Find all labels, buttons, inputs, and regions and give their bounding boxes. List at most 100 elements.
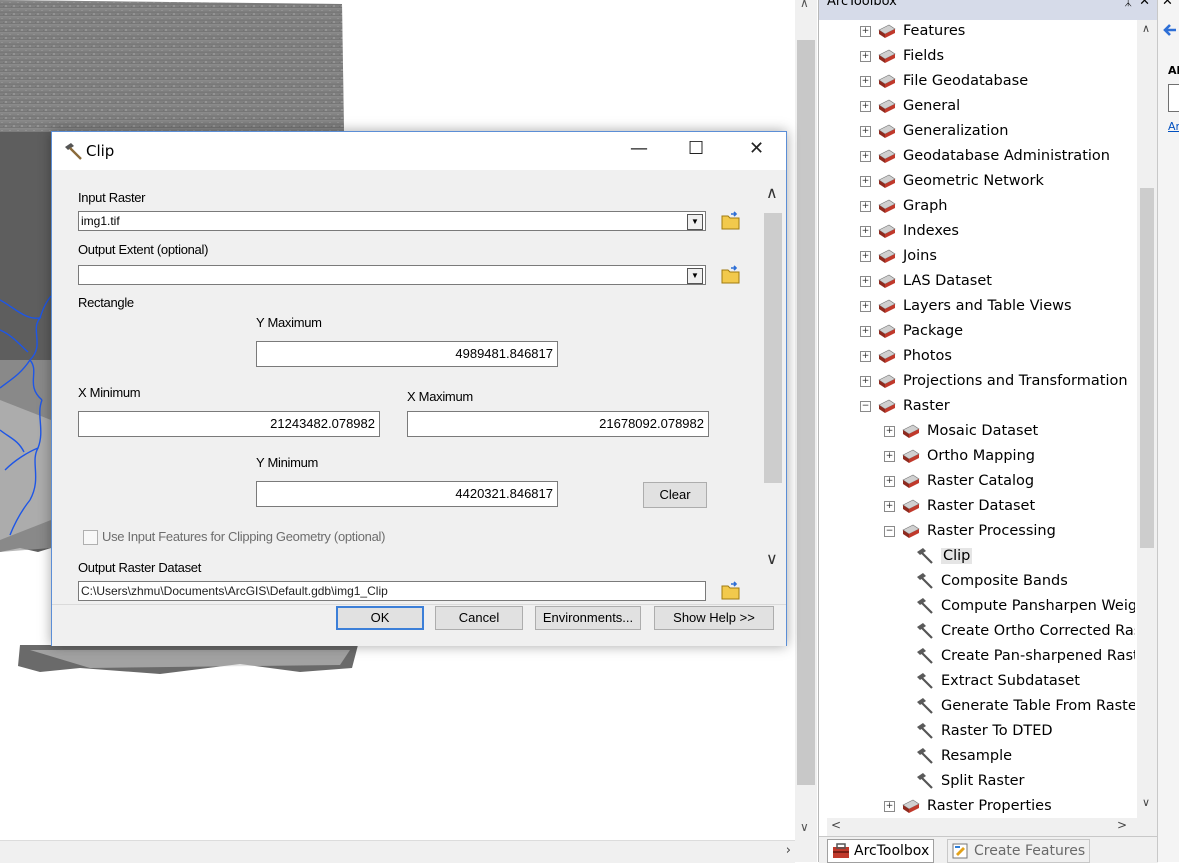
expand-icon[interactable]: + (860, 250, 871, 262)
tree-item-geodatabase-administration[interactable]: + Geodatabase Administration (860, 145, 1110, 170)
expand-icon[interactable]: + (860, 200, 871, 212)
x-maximum-input[interactable]: 21678092.078982 (407, 411, 709, 437)
tree-item-raster[interactable]: − Raster (860, 395, 950, 420)
side-panel-input[interactable] (1168, 84, 1179, 112)
expand-icon[interactable]: + (884, 425, 895, 437)
back-arrow-icon[interactable] (1162, 22, 1178, 38)
dropdown-arrow-icon[interactable]: ▼ (687, 214, 703, 230)
toolbox-tree[interactable]: + Features + Fields + File Geodatabase + Genera… (827, 20, 1135, 818)
map-vertical-scrollbar[interactable]: ∧ ∨ (795, 0, 817, 862)
expand-icon[interactable]: + (860, 50, 871, 62)
collapse-icon[interactable]: − (884, 525, 895, 537)
collapse-icon[interactable]: − (860, 400, 871, 412)
maximize-button[interactable]: ☐ (688, 138, 704, 159)
expand-icon[interactable]: + (884, 500, 895, 512)
tree-item-photos[interactable]: + Photos (860, 345, 952, 370)
use-input-features-checkbox[interactable] (83, 530, 98, 545)
tree-item-raster-processing[interactable]: − Raster Processing (884, 520, 1056, 545)
scroll-right-icon[interactable]: > (1117, 818, 1127, 832)
tree-horizontal-scrollbar[interactable]: < > (827, 818, 1157, 836)
tree-item-raster-properties[interactable]: + Raster Properties (884, 795, 1052, 818)
expand-icon[interactable]: + (884, 450, 895, 462)
tree-item-compute-pansharpen-weights[interactable]: Compute Pansharpen Weights (915, 595, 1135, 620)
map-horizontal-scrollbar[interactable]: › (0, 840, 795, 863)
cancel-button[interactable]: Cancel (435, 606, 523, 630)
expand-icon[interactable]: + (860, 300, 871, 312)
expand-icon[interactable]: + (860, 125, 871, 137)
clear-button[interactable]: Clear (643, 482, 707, 508)
scroll-down-icon[interactable]: ∨ (800, 820, 809, 834)
expand-icon[interactable]: + (860, 375, 871, 387)
expand-icon[interactable]: + (860, 325, 871, 337)
tree-item-package[interactable]: + Package (860, 320, 963, 345)
output-extent-combo[interactable]: ▼ (78, 265, 706, 285)
expand-icon[interactable]: + (860, 175, 871, 187)
tree-item-split-raster[interactable]: Split Raster (915, 770, 1025, 795)
expand-icon[interactable]: + (860, 350, 871, 362)
y-minimum-input[interactable]: 4420321.846817 (256, 481, 558, 507)
tree-item-indexes[interactable]: + Indexes (860, 220, 959, 245)
tree-item-clip[interactable]: Clip (915, 545, 973, 570)
tree-item-geometric-network[interactable]: + Geometric Network (860, 170, 1044, 195)
minimize-button[interactable]: — (630, 138, 648, 159)
pin-icon[interactable]: ᛣ (1124, 0, 1132, 9)
scroll-left-icon[interactable]: < (831, 818, 841, 832)
expand-icon[interactable]: + (860, 275, 871, 287)
input-raster-combo[interactable]: img1.tif ▼ (78, 211, 706, 231)
dropdown-arrow-icon[interactable]: ▼ (687, 268, 703, 284)
ok-button[interactable]: OK (336, 606, 424, 630)
tree-item-resample[interactable]: Resample (915, 745, 1012, 770)
expand-icon[interactable]: + (860, 100, 871, 112)
tree-item-fields[interactable]: + Fields (860, 45, 944, 70)
tree-item-raster-catalog[interactable]: + Raster Catalog (884, 470, 1034, 495)
output-raster-input[interactable]: C:\Users\zhmu\Documents\ArcGIS\Default.g… (78, 581, 706, 601)
tree-item-raster-dataset[interactable]: + Raster Dataset (884, 495, 1035, 520)
tree-item-create-ortho-corrected-raster-dataset[interactable]: Create Ortho Corrected Raster Dataset (915, 620, 1135, 645)
tree-vertical-scrollbar[interactable]: ∧ ∨ (1137, 20, 1157, 818)
tree-item-joins[interactable]: + Joins (860, 245, 937, 270)
browse-folder-icon[interactable] (719, 579, 743, 603)
expand-icon[interactable]: + (860, 75, 871, 87)
tree-item-create-pan-sharpened-raster-dataset[interactable]: Create Pan-sharpened Raster Dataset (915, 645, 1135, 670)
scrollbar-thumb[interactable] (764, 213, 782, 483)
dialog-vertical-scrollbar[interactable]: ∧ ∨ (761, 177, 785, 607)
close-button[interactable]: ✕ (749, 138, 764, 159)
x-minimum-input[interactable]: 21243482.078982 (78, 411, 380, 437)
tree-item-projections-and-transformation[interactable]: + Projections and Transformation (860, 370, 1128, 395)
tree-item-generate-table-from-raster-function[interactable]: Generate Table From Raster Function (915, 695, 1135, 720)
expand-icon[interactable]: + (860, 225, 871, 237)
tree-item-extract-subdataset[interactable]: Extract Subdataset (915, 670, 1080, 695)
scroll-down-icon[interactable]: ∨ (766, 549, 778, 569)
tree-item-raster-to-dted[interactable]: Raster To DTED (915, 720, 1053, 745)
dialog-titlebar[interactable]: Clip — ☐ ✕ (52, 132, 786, 170)
tree-item-generalization[interactable]: + Generalization (860, 120, 1008, 145)
scroll-down-icon[interactable]: ∨ (1142, 796, 1150, 809)
scroll-right-icon[interactable]: › (786, 843, 791, 858)
tree-item-ortho-mapping[interactable]: + Ortho Mapping (884, 445, 1035, 470)
expand-icon[interactable]: + (884, 800, 895, 812)
tree-item-las-dataset[interactable]: + LAS Dataset (860, 270, 992, 295)
expand-icon[interactable]: + (884, 475, 895, 487)
tab-arctoolbox[interactable]: ArcToolbox (827, 839, 935, 863)
environments-button[interactable]: Environments... (535, 606, 641, 630)
scrollbar-thumb[interactable] (1140, 188, 1154, 548)
expand-icon[interactable]: + (860, 150, 871, 162)
expand-icon[interactable]: + (860, 25, 871, 37)
browse-folder-icon[interactable] (719, 209, 743, 233)
close-icon[interactable]: ✕ (1162, 0, 1173, 9)
scroll-up-icon[interactable]: ∧ (800, 0, 809, 10)
tree-item-file-geodatabase[interactable]: + File Geodatabase (860, 70, 1028, 95)
tree-item-mosaic-dataset[interactable]: + Mosaic Dataset (884, 420, 1038, 445)
scrollbar-thumb[interactable] (797, 40, 815, 785)
y-maximum-input[interactable]: 4989481.846817 (256, 341, 558, 367)
close-icon[interactable]: ✕ (1139, 0, 1150, 9)
tree-item-general[interactable]: + General (860, 95, 960, 120)
tree-item-features[interactable]: + Features (860, 20, 965, 45)
browse-folder-icon[interactable] (719, 263, 743, 287)
tab-create-features[interactable]: Create Features (947, 839, 1091, 863)
tree-item-graph[interactable]: + Graph (860, 195, 947, 220)
side-panel-link[interactable]: Ar (1168, 120, 1179, 133)
tree-item-layers-and-table-views[interactable]: + Layers and Table Views (860, 295, 1072, 320)
scroll-up-icon[interactable]: ∧ (766, 183, 778, 203)
scroll-up-icon[interactable]: ∧ (1142, 22, 1150, 35)
